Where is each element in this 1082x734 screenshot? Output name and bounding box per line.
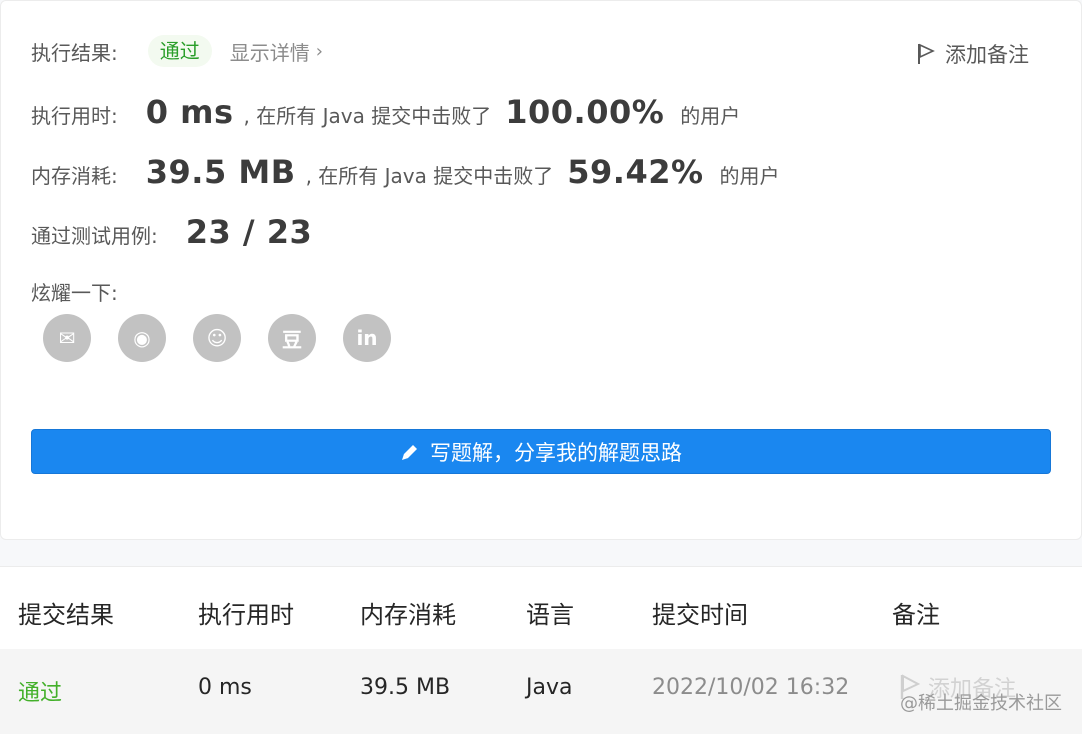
table-header: 提交结果 执行用时 内存消耗 语言 提交时间 备注 [0, 567, 1082, 649]
row-time: 2022/10/02 16:32 [652, 675, 849, 700]
linkedin-share-button[interactable]: in [343, 314, 391, 362]
runtime-percent: 100.00% [505, 93, 664, 131]
chevron-right-icon: › [316, 41, 323, 62]
runtime-beat-text: , 在所有 Java 提交中击败了 [244, 100, 492, 129]
memory-suffix: 的用户 [720, 160, 780, 189]
wechat-icon: ✉ [59, 326, 76, 350]
runtime-label: 执行用时: [31, 100, 118, 129]
flag-icon [917, 43, 935, 65]
tests-label: 通过测试用例: [31, 220, 158, 249]
runtime-suffix: 的用户 [680, 100, 740, 129]
show-details-link[interactable]: 显示详情 › [230, 37, 323, 66]
runtime-value: 0 ms [146, 93, 234, 131]
add-note-button[interactable]: 添加备注 [917, 39, 1029, 69]
row-memory: 39.5 MB [360, 675, 450, 700]
weibo-icon: ◉ [133, 326, 150, 350]
write-solution-button[interactable]: 写题解，分享我的解题思路 [31, 429, 1051, 474]
pencil-icon [400, 442, 420, 462]
share-label: 炫耀一下: [31, 277, 118, 306]
wechat-share-button[interactable]: ✉ [43, 314, 91, 362]
douban-share-button[interactable]: 豆 [268, 314, 316, 362]
share-buttons: ✉ ◉ ☺ 豆 in [43, 314, 391, 362]
show-details-label: 显示详情 [230, 37, 310, 66]
header-status: 提交结果 [18, 595, 114, 630]
share-row-label: 炫耀一下: [31, 277, 118, 306]
row-runtime: 0 ms [198, 675, 252, 700]
linkedin-icon: in [356, 326, 377, 350]
tests-row: 通过测试用例: 23 / 23 [31, 213, 312, 251]
qq-icon: ☺ [207, 326, 228, 350]
qq-share-button[interactable]: ☺ [193, 314, 241, 362]
result-label: 执行结果: [31, 37, 118, 66]
header-note: 备注 [892, 595, 940, 630]
row-status[interactable]: 通过 [18, 675, 62, 707]
submission-result-card: 执行结果: 通过 显示详情 › 添加备注 执行用时: 0 ms , 在所有 Ja… [0, 0, 1082, 540]
status-badge: 通过 [148, 35, 212, 67]
memory-percent: 59.42% [567, 153, 703, 191]
watermark: @稀土掘金技术社区 [900, 689, 1062, 715]
header-memory: 内存消耗 [360, 595, 456, 630]
memory-label: 内存消耗: [31, 160, 118, 189]
weibo-share-button[interactable]: ◉ [118, 314, 166, 362]
add-note-label: 添加备注 [945, 39, 1029, 69]
tests-value: 23 / 23 [186, 213, 313, 251]
header-language: 语言 [526, 595, 574, 630]
runtime-row: 执行用时: 0 ms , 在所有 Java 提交中击败了 100.00% 的用户 [31, 93, 740, 131]
douban-icon: 豆 [282, 324, 302, 353]
memory-value: 39.5 MB [146, 153, 296, 191]
write-solution-label: 写题解，分享我的解题思路 [430, 437, 682, 467]
row-language: Java [526, 675, 572, 700]
header-runtime: 执行用时 [198, 595, 294, 630]
memory-beat-text: , 在所有 Java 提交中击败了 [306, 160, 554, 189]
result-row: 执行结果: 通过 显示详情 › [31, 35, 323, 67]
memory-row: 内存消耗: 39.5 MB , 在所有 Java 提交中击败了 59.42% 的… [31, 153, 780, 191]
header-time: 提交时间 [652, 595, 748, 630]
